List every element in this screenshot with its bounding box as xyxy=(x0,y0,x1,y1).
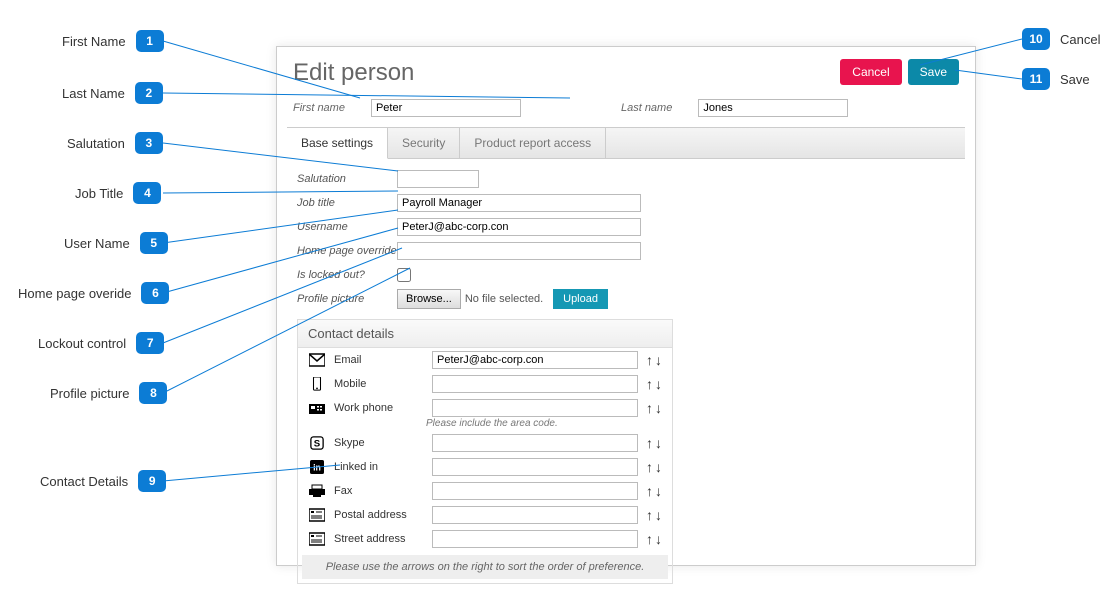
linkedin-label: Linked in xyxy=(334,461,424,473)
move-up-icon[interactable]: ↑ xyxy=(646,352,653,368)
move-down-icon[interactable]: ↓ xyxy=(655,507,662,523)
skype-input[interactable] xyxy=(432,434,638,452)
annot-4: Job Title4 xyxy=(75,182,161,204)
username-label: Username xyxy=(297,221,397,233)
cancel-button[interactable]: Cancel xyxy=(840,59,901,85)
mobile-input[interactable] xyxy=(432,375,638,393)
move-up-icon[interactable]: ↑ xyxy=(646,435,653,451)
tabs: Base settings Security Product report ac… xyxy=(287,127,965,159)
no-file-text: No file selected. xyxy=(465,293,543,305)
email-input[interactable] xyxy=(432,351,638,369)
annot-8: Profile picture8 xyxy=(50,382,167,404)
mobile-icon xyxy=(308,376,326,392)
fax-label: Fax xyxy=(334,485,424,497)
postal-icon xyxy=(308,507,326,523)
locked-checkbox[interactable] xyxy=(397,268,411,282)
save-button[interactable]: Save xyxy=(908,59,959,85)
salutation-input[interactable] xyxy=(397,170,479,188)
locked-label: Is locked out? xyxy=(297,269,397,281)
mobile-label: Mobile xyxy=(334,378,424,390)
workphone-icon xyxy=(308,400,326,416)
first-name-label: First name xyxy=(293,102,345,114)
fax-icon xyxy=(308,483,326,499)
browse-button[interactable]: Browse... xyxy=(397,289,461,309)
annot-9: Contact Details9 xyxy=(40,470,166,492)
job-title-input[interactable] xyxy=(397,194,641,212)
email-label: Email xyxy=(334,354,424,366)
last-name-input[interactable] xyxy=(698,99,848,117)
workphone-input[interactable] xyxy=(432,399,638,417)
annot-5: User Name5 xyxy=(64,232,168,254)
annot-2: Last Name2 xyxy=(62,82,163,104)
upload-button[interactable]: Upload xyxy=(553,289,608,309)
street-icon xyxy=(308,531,326,547)
street-label: Street address xyxy=(334,533,424,545)
move-up-icon[interactable]: ↑ xyxy=(646,483,653,499)
annot-6: Home page overide6 xyxy=(18,282,169,304)
linkedin-icon: in xyxy=(308,459,326,475)
annot-11: Save11 xyxy=(1022,68,1090,90)
salutation-label: Salutation xyxy=(297,173,397,185)
job-title-label: Job title xyxy=(297,197,397,209)
street-input[interactable] xyxy=(432,530,638,548)
contact-heading: Contact details xyxy=(298,320,672,348)
username-input[interactable] xyxy=(397,218,641,236)
workphone-hint: Please include the area code. xyxy=(298,418,672,429)
annot-3: Salutation3 xyxy=(67,132,163,154)
annot-1: First Name1 xyxy=(62,30,164,52)
tab-security[interactable]: Security xyxy=(388,128,460,158)
homepage-input[interactable] xyxy=(397,242,641,260)
edit-person-panel: Edit person Cancel Save First name Last … xyxy=(276,46,976,566)
move-down-icon[interactable]: ↓ xyxy=(655,483,662,499)
move-down-icon[interactable]: ↓ xyxy=(655,376,662,392)
page-title: Edit person xyxy=(293,59,834,87)
move-up-icon[interactable]: ↑ xyxy=(646,459,653,475)
move-down-icon[interactable]: ↓ xyxy=(655,400,662,416)
move-up-icon[interactable]: ↑ xyxy=(646,400,653,416)
profile-label: Profile picture xyxy=(297,293,397,305)
move-up-icon[interactable]: ↑ xyxy=(646,531,653,547)
fax-input[interactable] xyxy=(432,482,638,500)
postal-label: Postal address xyxy=(334,509,424,521)
contact-footer-hint: Please use the arrows on the right to so… xyxy=(302,555,668,579)
annot-10: Cancel10 xyxy=(1022,28,1100,50)
postal-input[interactable] xyxy=(432,506,638,524)
move-down-icon[interactable]: ↓ xyxy=(655,459,662,475)
move-down-icon[interactable]: ↓ xyxy=(655,435,662,451)
skype-icon: S xyxy=(308,435,326,451)
first-name-input[interactable] xyxy=(371,99,521,117)
email-icon xyxy=(308,352,326,368)
homepage-label: Home page override xyxy=(297,245,397,257)
skype-label: Skype xyxy=(334,437,424,449)
tab-product-report[interactable]: Product report access xyxy=(460,128,606,158)
move-down-icon[interactable]: ↓ xyxy=(655,352,662,368)
svg-text:in: in xyxy=(313,463,321,473)
move-up-icon[interactable]: ↑ xyxy=(646,376,653,392)
contact-details-card: Contact details Email ↑↓ Mobile ↑↓ Work … xyxy=(297,319,673,584)
move-down-icon[interactable]: ↓ xyxy=(655,531,662,547)
linkedin-input[interactable] xyxy=(432,458,638,476)
svg-text:S: S xyxy=(314,439,321,450)
annot-7: Lockout control7 xyxy=(38,332,164,354)
workphone-label: Work phone xyxy=(334,402,424,414)
last-name-label: Last name xyxy=(621,102,672,114)
move-up-icon[interactable]: ↑ xyxy=(646,507,653,523)
tab-base-settings[interactable]: Base settings xyxy=(287,128,388,159)
